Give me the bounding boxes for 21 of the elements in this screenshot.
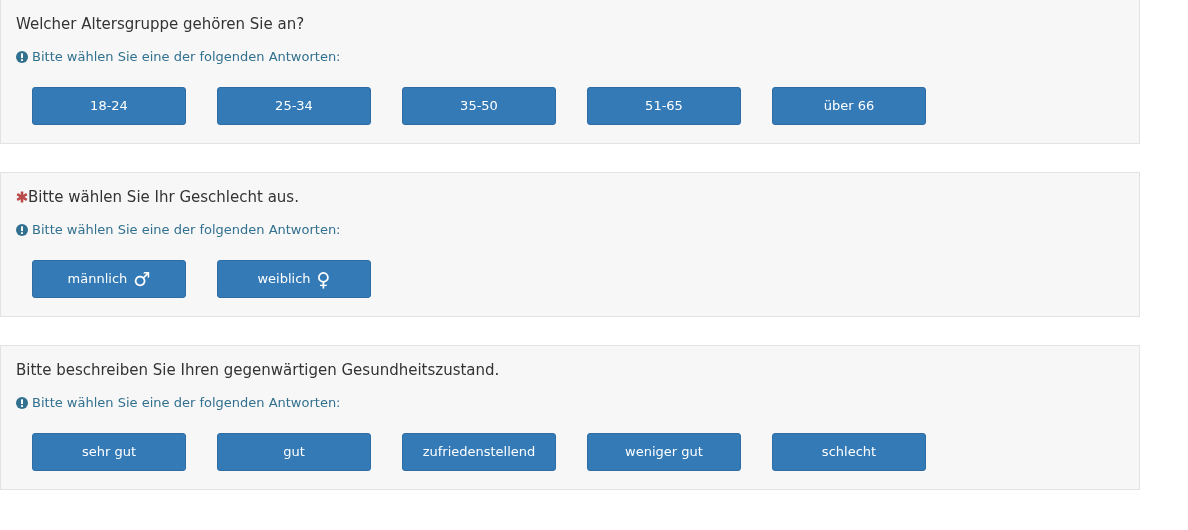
hint-text: Bitte wählen Sie eine der folgenden Antworten: [32, 394, 341, 412]
answer-button[interactable]: 35-50 [402, 87, 556, 125]
answer-button[interactable]: über 66 [772, 87, 926, 125]
answer-button[interactable]: 51-65 [587, 87, 741, 125]
hint-text: Bitte wählen Sie eine der folgenden Antworten: [32, 221, 341, 239]
question-text: Bitte beschreiben Sie Ihren gegenwärtigen Gesundheitszustand. [16, 360, 500, 381]
answer-button[interactable]: männlich ♂ [32, 260, 186, 298]
hint-text: Bitte wählen Sie eine der folgenden Antworten: [32, 48, 341, 66]
answer-button[interactable]: gut [217, 433, 371, 471]
answer-button[interactable]: weniger gut [587, 433, 741, 471]
question-text: Welcher Altersgruppe gehören Sie an? [16, 14, 305, 35]
question-text: Bitte wählen Sie Ihr Geschlecht aus. [28, 187, 299, 208]
answer-button[interactable]: weiblich ♀ [217, 260, 371, 298]
exclamation-circle-icon [16, 51, 28, 63]
answer-button[interactable]: zufriedenstellend [402, 433, 556, 471]
answer-button[interactable]: sehr gut [32, 433, 186, 471]
exclamation-circle-icon [16, 224, 28, 236]
answer-button[interactable]: 25-34 [217, 87, 371, 125]
answer-button[interactable]: 18-24 [32, 87, 186, 125]
answer-button[interactable]: schlecht [772, 433, 926, 471]
exclamation-circle-icon [16, 397, 28, 409]
